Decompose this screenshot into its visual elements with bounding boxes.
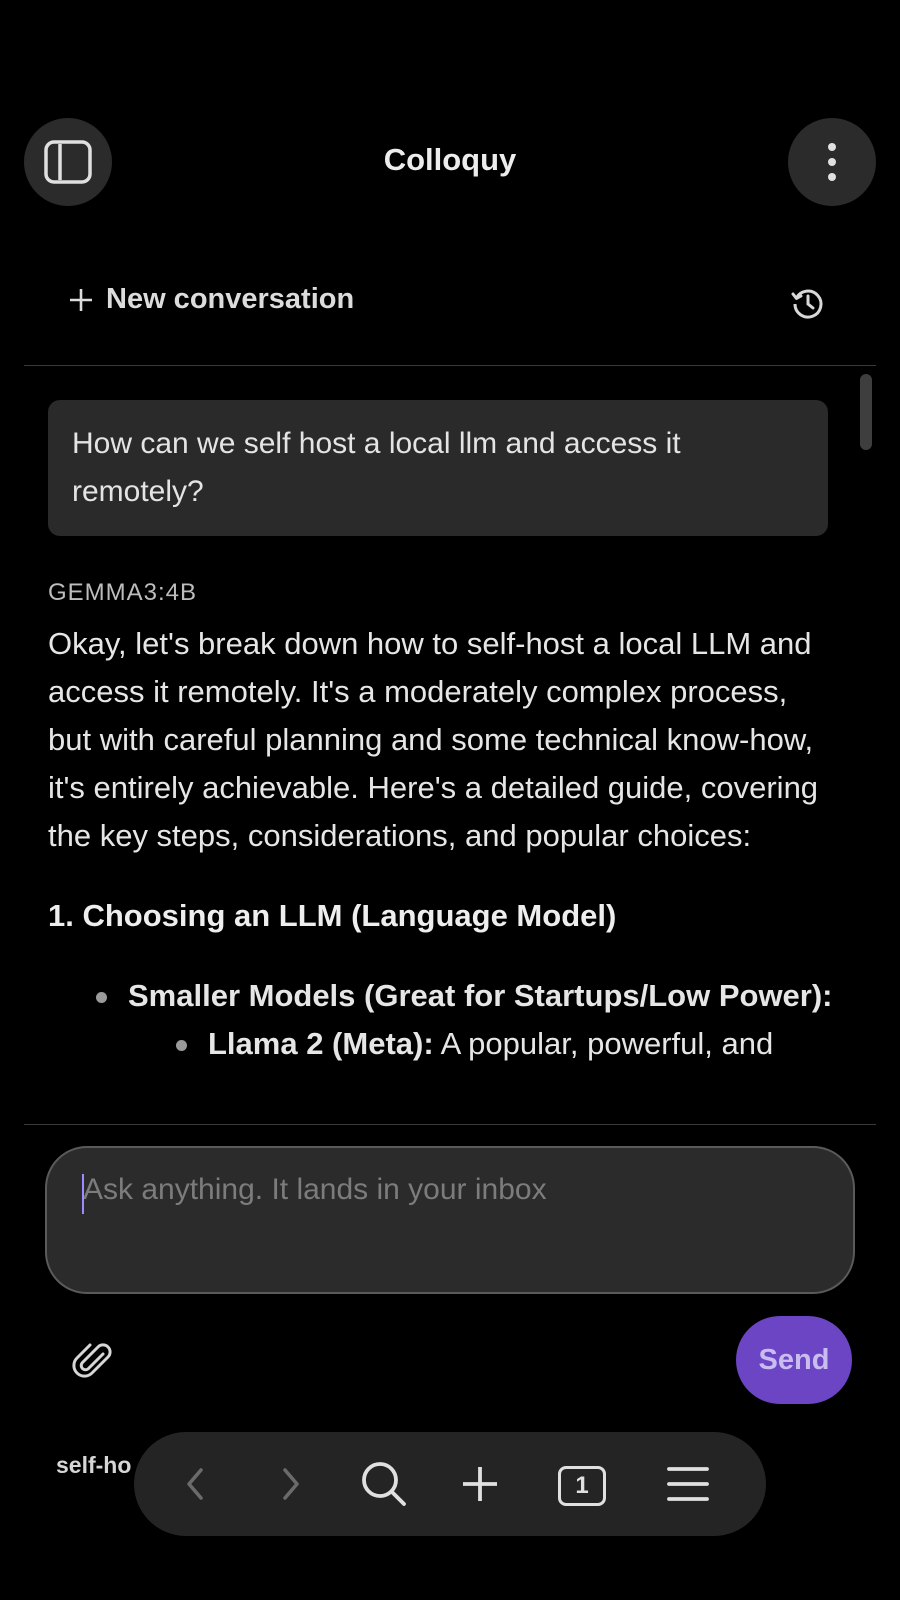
list-item: Smaller Models (Great for Startups/Low P… [48, 972, 838, 1020]
search-icon [362, 1462, 406, 1506]
message-input[interactable] [81, 1172, 821, 1208]
history-button[interactable] [790, 286, 826, 322]
search-button[interactable] [352, 1452, 416, 1516]
bullet-bold-text: Llama 2 (Meta): [208, 1026, 434, 1061]
forward-button[interactable] [258, 1452, 322, 1516]
assistant-intro: Okay, let's break down how to self-host … [48, 626, 819, 853]
app-screen: Colloquy New conversation How can we sel… [0, 0, 900, 1600]
list-item: Llama 2 (Meta): A popular, powerful, and [48, 1020, 838, 1068]
app-title: Colloquy [383, 142, 517, 177]
new-conversation-button[interactable]: New conversation [68, 283, 354, 316]
tabs-button[interactable]: 1 [542, 1452, 606, 1516]
model-label: GEMMA3:4B [48, 579, 198, 606]
browser-menu-button[interactable] [656, 1452, 720, 1516]
assistant-message: Okay, let's break down how to self-host … [48, 620, 838, 1068]
plus-icon [70, 288, 92, 311]
chat-scrollbar[interactable] [860, 374, 872, 450]
send-button[interactable]: Send [736, 1316, 852, 1404]
new-conversation-label: New conversation [106, 283, 355, 315]
message-composer [45, 1146, 855, 1294]
section-heading: 1. Choosing an LLM (Language Model) [48, 898, 617, 933]
attach-button[interactable] [72, 1340, 116, 1384]
hamburger-menu-icon [667, 1467, 709, 1501]
bullet-text: Smaller Models (Great for Startups/Low P… [128, 978, 833, 1013]
kebab-menu-icon [828, 143, 836, 181]
bullet-list: Smaller Models (Great for Startups/Low P… [48, 972, 838, 1068]
bullet-text: A popular, powerful, and [433, 1026, 774, 1061]
back-icon [187, 1468, 203, 1500]
user-message: How can we self host a local llm and acc… [48, 400, 828, 536]
history-icon [791, 289, 823, 319]
browser-toolbar: 1 [134, 1432, 766, 1536]
plus-icon [463, 1467, 497, 1501]
tabs-icon: 1 [558, 1466, 606, 1506]
paperclip-icon [72, 1343, 112, 1378]
back-button[interactable] [164, 1452, 228, 1516]
new-tab-button[interactable] [448, 1452, 512, 1516]
page-url-label: self-ho [56, 1452, 132, 1478]
bullet-dot [176, 1040, 187, 1051]
more-options-button[interactable] [788, 118, 876, 206]
chat-thread[interactable]: How can we self host a local llm and acc… [24, 366, 876, 1122]
text-caret [82, 1174, 84, 1214]
composer-divider [24, 1124, 876, 1125]
bullet-dot [96, 992, 107, 1003]
forward-icon [283, 1468, 299, 1500]
